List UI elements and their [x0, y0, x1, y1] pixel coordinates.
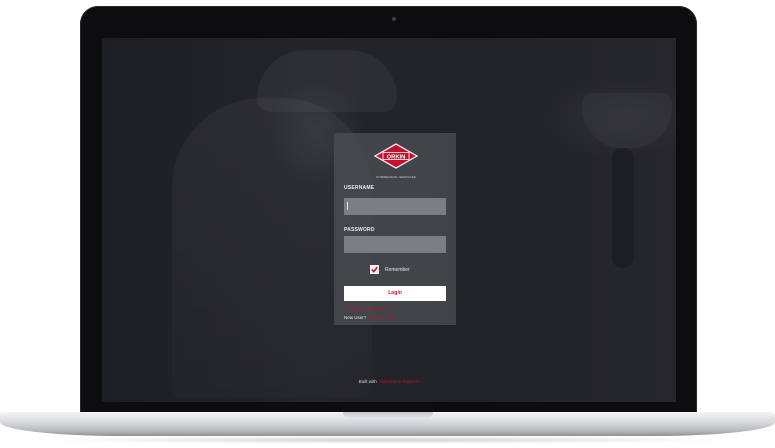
- built-with-text: Built with: [358, 379, 377, 384]
- laptop-notch: [343, 412, 433, 418]
- footer: Built with Salesforce Platform: [102, 379, 676, 384]
- register-link[interactable]: Register Now: [370, 315, 397, 320]
- password-label: PASSWORD: [344, 227, 375, 233]
- username-label: USERNAME: [344, 185, 375, 191]
- forgot-password-link[interactable]: Forgot your password?: [344, 306, 390, 311]
- login-screen: ORKIN COMMERCIAL SERVICES USERNAME PASSW…: [102, 38, 676, 402]
- login-button[interactable]: Login: [344, 286, 446, 301]
- logo-tagline: COMMERCIAL SERVICES: [376, 175, 416, 179]
- logo-text: ORKIN: [387, 154, 406, 160]
- new-user-row: New User? Register Now: [344, 315, 397, 320]
- check-icon: [371, 266, 378, 273]
- remember-label: Remember: [385, 267, 410, 273]
- username-input[interactable]: [344, 198, 446, 215]
- password-input[interactable]: [344, 236, 446, 253]
- new-user-text: New User?: [344, 315, 367, 320]
- text-cursor: [347, 202, 348, 210]
- camera-icon: [392, 17, 396, 21]
- orkin-logo: ORKIN: [374, 143, 418, 169]
- remember-checkbox[interactable]: [370, 265, 379, 274]
- laptop-shadow: [40, 436, 735, 444]
- salesforce-platform-link[interactable]: Salesforce Platform: [380, 379, 419, 384]
